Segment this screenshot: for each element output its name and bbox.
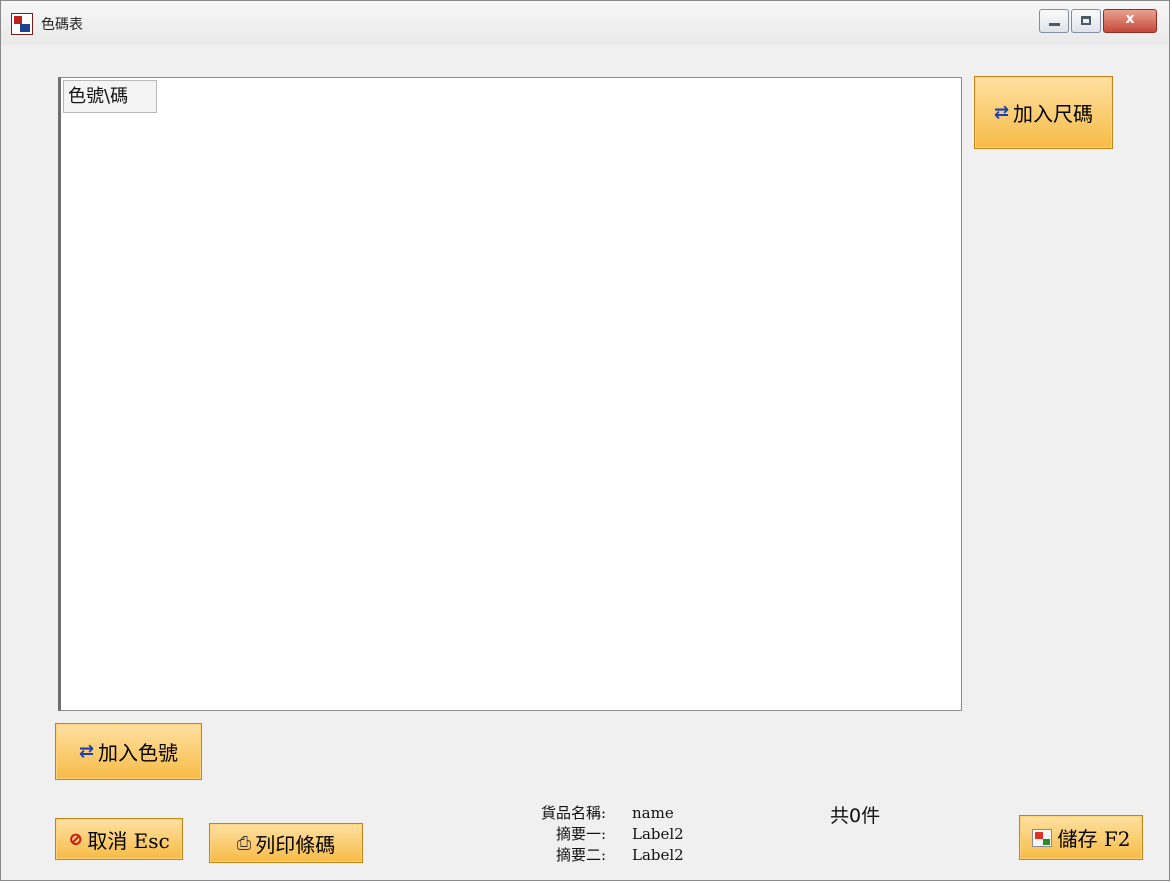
product-name-value: name [632, 804, 674, 822]
add-color-button[interactable]: ⇄ 加入色號 [55, 723, 202, 780]
color-size-grid[interactable]: 色號\碼 [58, 77, 962, 711]
item-count: 共0件 [830, 805, 881, 827]
info-values: name Label2 Label2 [632, 803, 772, 866]
save-icon [1031, 828, 1052, 847]
add-columns-icon: ⇄ [993, 102, 1010, 123]
summary1-label: 摘要一: [555, 825, 606, 843]
color-size-window: 色碼表 x 色號\碼 ⇄ 加入尺碼 ⇄ 加入色號 ⊘ 取消 Esc ⎙ 列印條碼 [0, 0, 1170, 881]
summary2-value: Label2 [632, 846, 684, 864]
print-barcode-label: 列印條碼 [255, 832, 336, 857]
save-label: 儲存 F2 [1057, 827, 1131, 851]
cancel-button[interactable]: ⊘ 取消 Esc [55, 818, 183, 860]
print-barcode-button[interactable]: ⎙ 列印條碼 [209, 823, 363, 863]
maximize-icon [1081, 16, 1091, 25]
add-color-label: 加入色號 [98, 741, 179, 765]
maximize-button[interactable] [1071, 9, 1101, 33]
window-controls: x [1037, 9, 1157, 35]
grid-corner-header: 色號\碼 [63, 80, 157, 113]
close-icon: x [1125, 11, 1135, 27]
summary1-value: Label2 [632, 825, 684, 843]
close-button[interactable]: x [1103, 9, 1157, 33]
no-entry-icon: ⊘ [68, 828, 84, 850]
window-title: 色碼表 [41, 17, 83, 33]
minimize-icon [1049, 23, 1060, 26]
add-rows-icon: ⇄ [78, 741, 95, 762]
info-labels: 貨品名稱: 摘要一: 摘要二: [511, 803, 606, 866]
app-icon[interactable] [11, 13, 33, 35]
printer-icon: ⎙ [236, 832, 252, 854]
summary2-label: 摘要二: [555, 846, 606, 864]
product-name-label: 貨品名稱: [540, 804, 606, 822]
title-bar[interactable]: 色碼表 x [1, 1, 1169, 45]
add-size-button[interactable]: ⇄ 加入尺碼 [974, 76, 1113, 149]
add-size-label: 加入尺碼 [1013, 102, 1094, 126]
minimize-button[interactable] [1039, 9, 1069, 33]
cancel-label: 取消 Esc [87, 828, 170, 853]
save-button[interactable]: 儲存 F2 [1019, 815, 1143, 860]
